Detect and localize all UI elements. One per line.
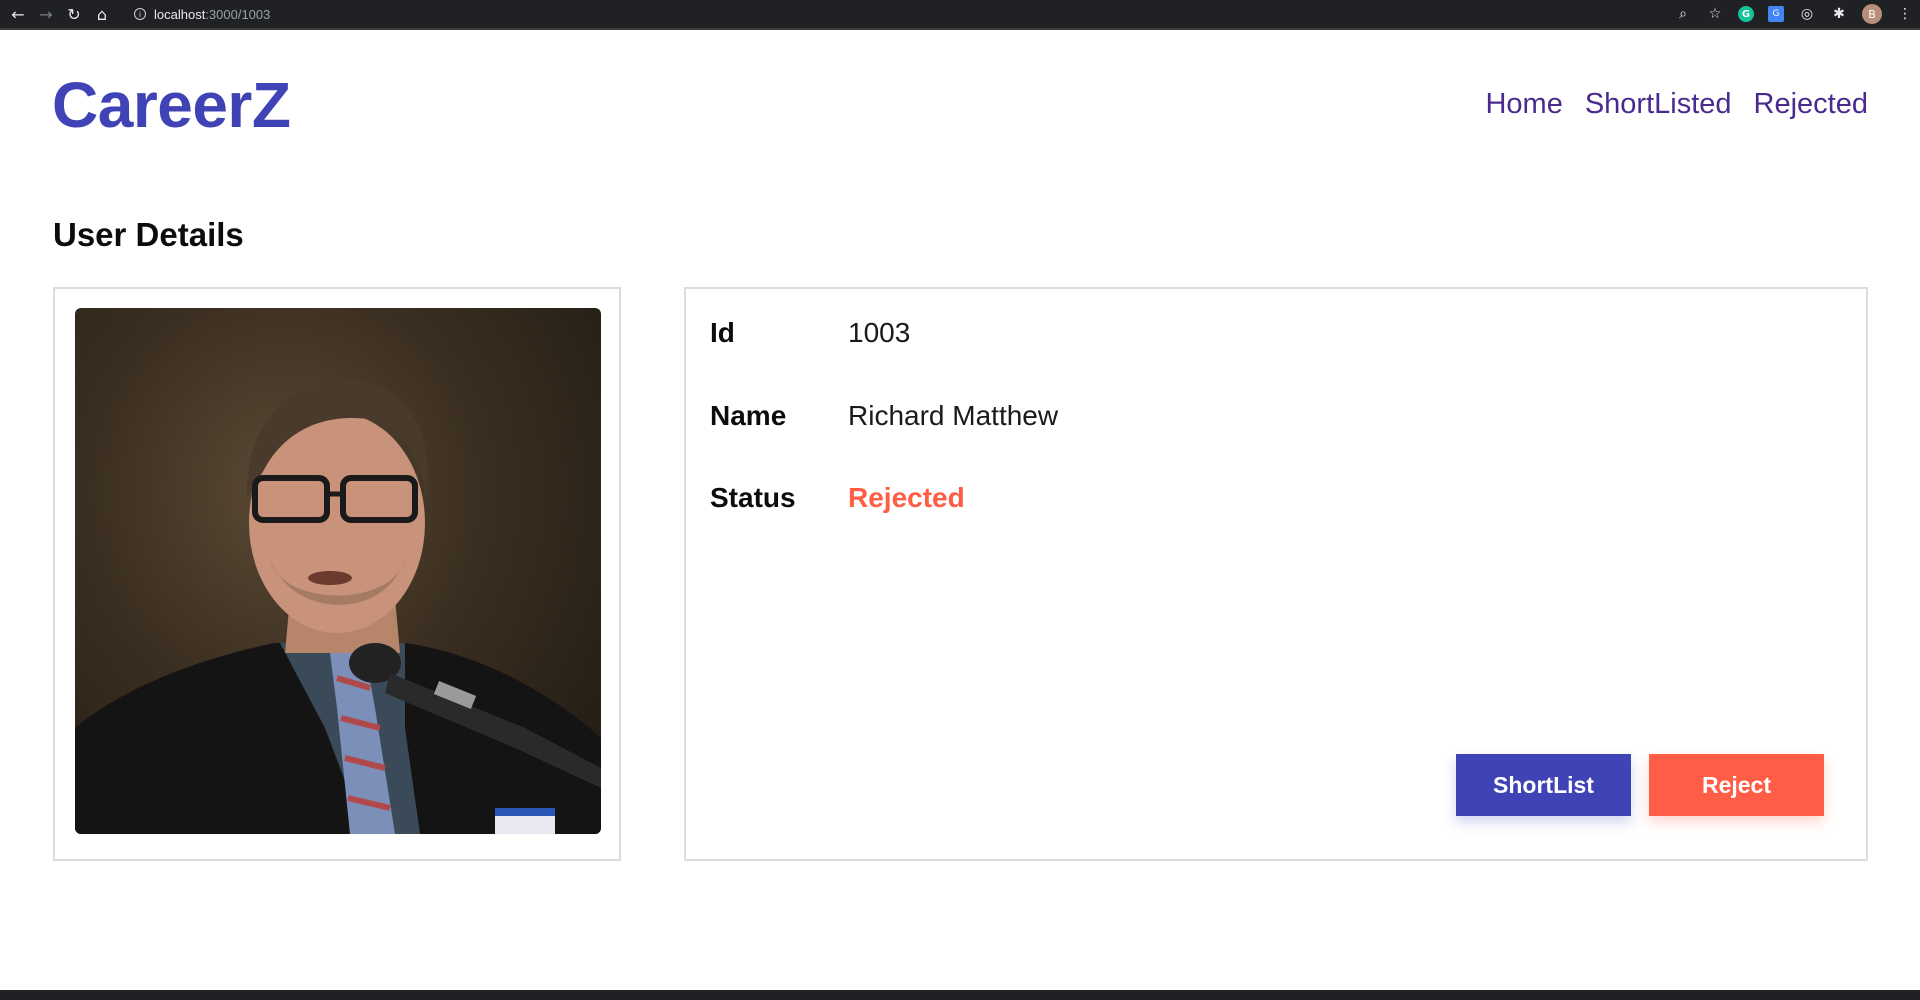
url-host: localhost: [154, 6, 206, 22]
reject-button[interactable]: Reject: [1649, 754, 1824, 816]
toolbar-divider: [0, 28, 1920, 30]
shortlist-button[interactable]: ShortList: [1456, 754, 1631, 816]
detail-row-name: Name Richard Matthew: [710, 400, 1058, 432]
browser-toolbar: ← → ↻ ⌂ i localhost:3000/1003 ⌕ ☆ G G ◎ …: [0, 0, 1920, 28]
reload-icon[interactable]: ↻: [64, 4, 84, 24]
address-bar[interactable]: i localhost:3000/1003: [128, 3, 1628, 25]
bookmark-star-icon[interactable]: ☆: [1706, 5, 1724, 23]
user-photo-illustration: [75, 379, 601, 834]
nav-home-link[interactable]: Home: [1485, 88, 1562, 121]
top-navigation: Home ShortListed Rejected: [1485, 88, 1868, 121]
extensions-puzzle-icon[interactable]: ✱: [1830, 5, 1848, 23]
grammarly-extension-icon[interactable]: G: [1738, 6, 1754, 22]
nav-shortlisted-link[interactable]: ShortListed: [1585, 88, 1732, 121]
profile-avatar[interactable]: B: [1862, 4, 1882, 24]
home-icon[interactable]: ⌂: [92, 4, 112, 24]
translate-extension-icon[interactable]: G: [1768, 6, 1784, 22]
user-photo: [75, 308, 601, 834]
zoom-icon[interactable]: ⌕: [1674, 5, 1692, 23]
browser-menu-icon[interactable]: ⋮: [1896, 5, 1914, 23]
taskbar-edge: [0, 990, 1920, 1000]
detail-row-id: Id 1003: [710, 317, 910, 349]
url-path: :3000/1003: [205, 6, 271, 22]
brand-logo[interactable]: CareerZ: [52, 68, 291, 142]
user-photo-card: [53, 287, 621, 861]
status-label: Status: [710, 482, 796, 513]
id-value: 1003: [848, 317, 911, 348]
site-info-icon[interactable]: i: [134, 8, 146, 20]
detail-row-status: Status Rejected: [710, 482, 965, 514]
user-details-card: Id 1003 Name Richard Matthew Status Reje…: [684, 287, 1868, 861]
name-value: Richard Matthew: [848, 400, 1059, 431]
nav-rejected-link[interactable]: Rejected: [1754, 88, 1868, 121]
status-value: Rejected: [848, 482, 965, 513]
back-icon[interactable]: ←: [8, 4, 28, 24]
forward-icon[interactable]: →: [36, 4, 56, 24]
record-extension-icon[interactable]: ◎: [1798, 5, 1816, 23]
page-title: User Details: [53, 216, 244, 253]
name-label: Name: [710, 400, 787, 431]
id-label: Id: [710, 317, 735, 348]
